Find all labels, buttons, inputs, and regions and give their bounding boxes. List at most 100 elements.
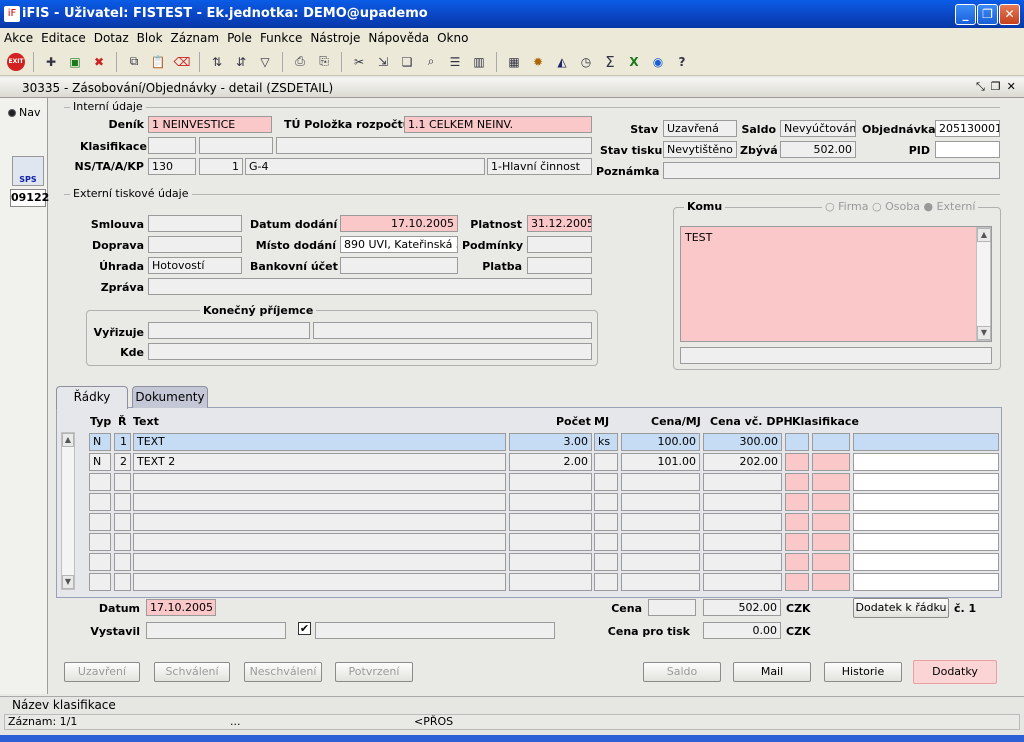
cell-mj[interactable] [594,513,618,531]
cell-klasifikace-3[interactable] [853,573,999,591]
cell-pocet[interactable] [509,553,592,571]
scroll-up-icon[interactable]: ▲ [977,228,991,242]
datum-field[interactable]: 17.10.2005 [146,599,216,616]
cell-text[interactable]: TEXT [133,433,506,451]
cell-pocet[interactable] [509,473,592,491]
restore-icon[interactable]: ❐ [977,4,998,25]
cell-typ[interactable] [89,573,111,591]
doprava-field[interactable] [148,236,242,253]
menu-pole[interactable]: Pole [223,28,256,48]
cell-klasifikace-2[interactable] [812,573,850,591]
cell-r[interactable] [114,513,131,531]
sps-button[interactable]: SPS [12,156,44,186]
cell-typ[interactable] [89,533,111,551]
excel-icon[interactable]: X [624,52,644,72]
cell-klasifikace-2[interactable] [812,473,850,491]
cell-text[interactable] [133,553,506,571]
objednavka-field[interactable]: 2051300010 [935,120,1000,137]
cell-cena-mj[interactable] [621,493,700,511]
cell-typ[interactable] [89,553,111,571]
poznamka-field[interactable] [663,162,1000,179]
calculator-icon[interactable]: ▦ [504,52,524,72]
tu-field[interactable]: 1.1 CELKEM NEINV. [404,116,592,133]
cell-klasifikace-3[interactable] [853,453,999,471]
columns-icon[interactable]: ▥ [469,52,489,72]
cell-text[interactable] [133,533,506,551]
cell-mj[interactable] [594,453,618,471]
cell-cena-dph[interactable]: 202.00 [703,453,782,471]
cell-typ[interactable] [89,493,111,511]
klasifikace-field-3[interactable] [276,137,592,154]
vyrizuje-field-2[interactable] [313,322,592,339]
cell-cena-mj[interactable] [621,513,700,531]
close-icon[interactable]: ✕ [999,4,1020,25]
zbyva-field[interactable]: 502.00 [780,141,856,158]
cell-r[interactable] [114,493,131,511]
historie-button[interactable]: Historie [824,662,902,682]
cell-pocet[interactable] [509,513,592,531]
dodatek-k-radku-button[interactable]: Dodatek k řádku [853,598,949,618]
list-icon[interactable]: ☰ [445,52,465,72]
kp-field[interactable]: 1-Hlavní činnost [487,158,592,175]
sum-icon[interactable]: Σ [600,52,620,72]
zprava-field[interactable] [148,278,592,295]
podminky-field[interactable] [527,236,592,253]
browser-icon[interactable]: ◉ [648,52,668,72]
radio-firma-icon[interactable]: ○ [825,200,835,213]
cell-cena-mj[interactable]: 100.00 [621,433,700,451]
komu-extra-field[interactable] [680,347,992,364]
kde-field[interactable] [148,343,592,360]
cell-klasifikace-3[interactable] [853,473,999,491]
cell-klasifikace-3[interactable] [853,433,999,451]
cell-cena-dph[interactable] [703,533,782,551]
copy-icon[interactable]: ⧉ [124,52,144,72]
cell-r[interactable]: 1 [114,433,131,451]
cena-pro-tisk-field[interactable]: 0.00 [703,622,781,639]
cell-typ[interactable] [89,473,111,491]
cell-mj[interactable] [594,533,618,551]
menu-editace[interactable]: Editace [37,28,90,48]
saldo-button[interactable]: Saldo [643,662,721,682]
cell-klasifikace-2[interactable] [812,453,850,471]
cell-mj[interactable]: ks [594,433,618,451]
sort-desc-icon[interactable]: ⇵ [231,52,251,72]
cell-cena-mj[interactable] [621,473,700,491]
cell-typ[interactable]: N [89,433,111,451]
filter-icon[interactable]: ▽ [255,52,275,72]
print-preview-icon[interactable]: ⎘ [314,52,334,72]
print-icon[interactable]: ⎙ [290,52,310,72]
cena-field[interactable]: 502.00 [703,599,781,616]
move-icon[interactable]: ⇲ [373,52,393,72]
ns-field[interactable]: 130 [148,158,196,175]
cell-r[interactable] [114,533,131,551]
dodatky-button[interactable]: Dodatky [913,660,997,684]
smlouva-field[interactable] [148,215,242,232]
cut-icon[interactable]: ✂ [349,52,369,72]
cell-cena-dph[interactable] [703,513,782,531]
vystavil-field[interactable] [146,622,286,639]
cell-r[interactable] [114,573,131,591]
cell-cena-dph[interactable] [703,573,782,591]
scroll-down-icon[interactable]: ▼ [977,326,991,340]
cell-klasifikace-3[interactable] [853,533,999,551]
help-icon[interactable]: ? [672,52,692,72]
grid-scroll-down-icon[interactable]: ▼ [62,575,74,589]
cell-r[interactable] [114,473,131,491]
vystavil-name-field[interactable] [315,622,555,639]
cell-klasifikace-1[interactable] [785,473,809,491]
cell-klasifikace-1[interactable] [785,493,809,511]
cell-mj[interactable] [594,573,618,591]
cell-pocet[interactable]: 3.00 [509,433,592,451]
cell-text[interactable] [133,573,506,591]
uzavreni-button[interactable]: Uzavření [64,662,140,682]
menu-funkce[interactable]: Funkce [256,28,306,48]
cell-mj[interactable] [594,493,618,511]
menu-akce[interactable]: Akce [0,28,37,48]
pid-field[interactable] [935,141,1000,158]
cell-klasifikace-2[interactable] [812,533,850,551]
cell-cena-dph[interactable] [703,473,782,491]
cell-cena-dph[interactable] [703,493,782,511]
cell-klasifikace-1[interactable] [785,553,809,571]
cell-klasifikace-2[interactable] [812,553,850,571]
tab-dokumenty[interactable]: Dokumenty [132,386,208,408]
